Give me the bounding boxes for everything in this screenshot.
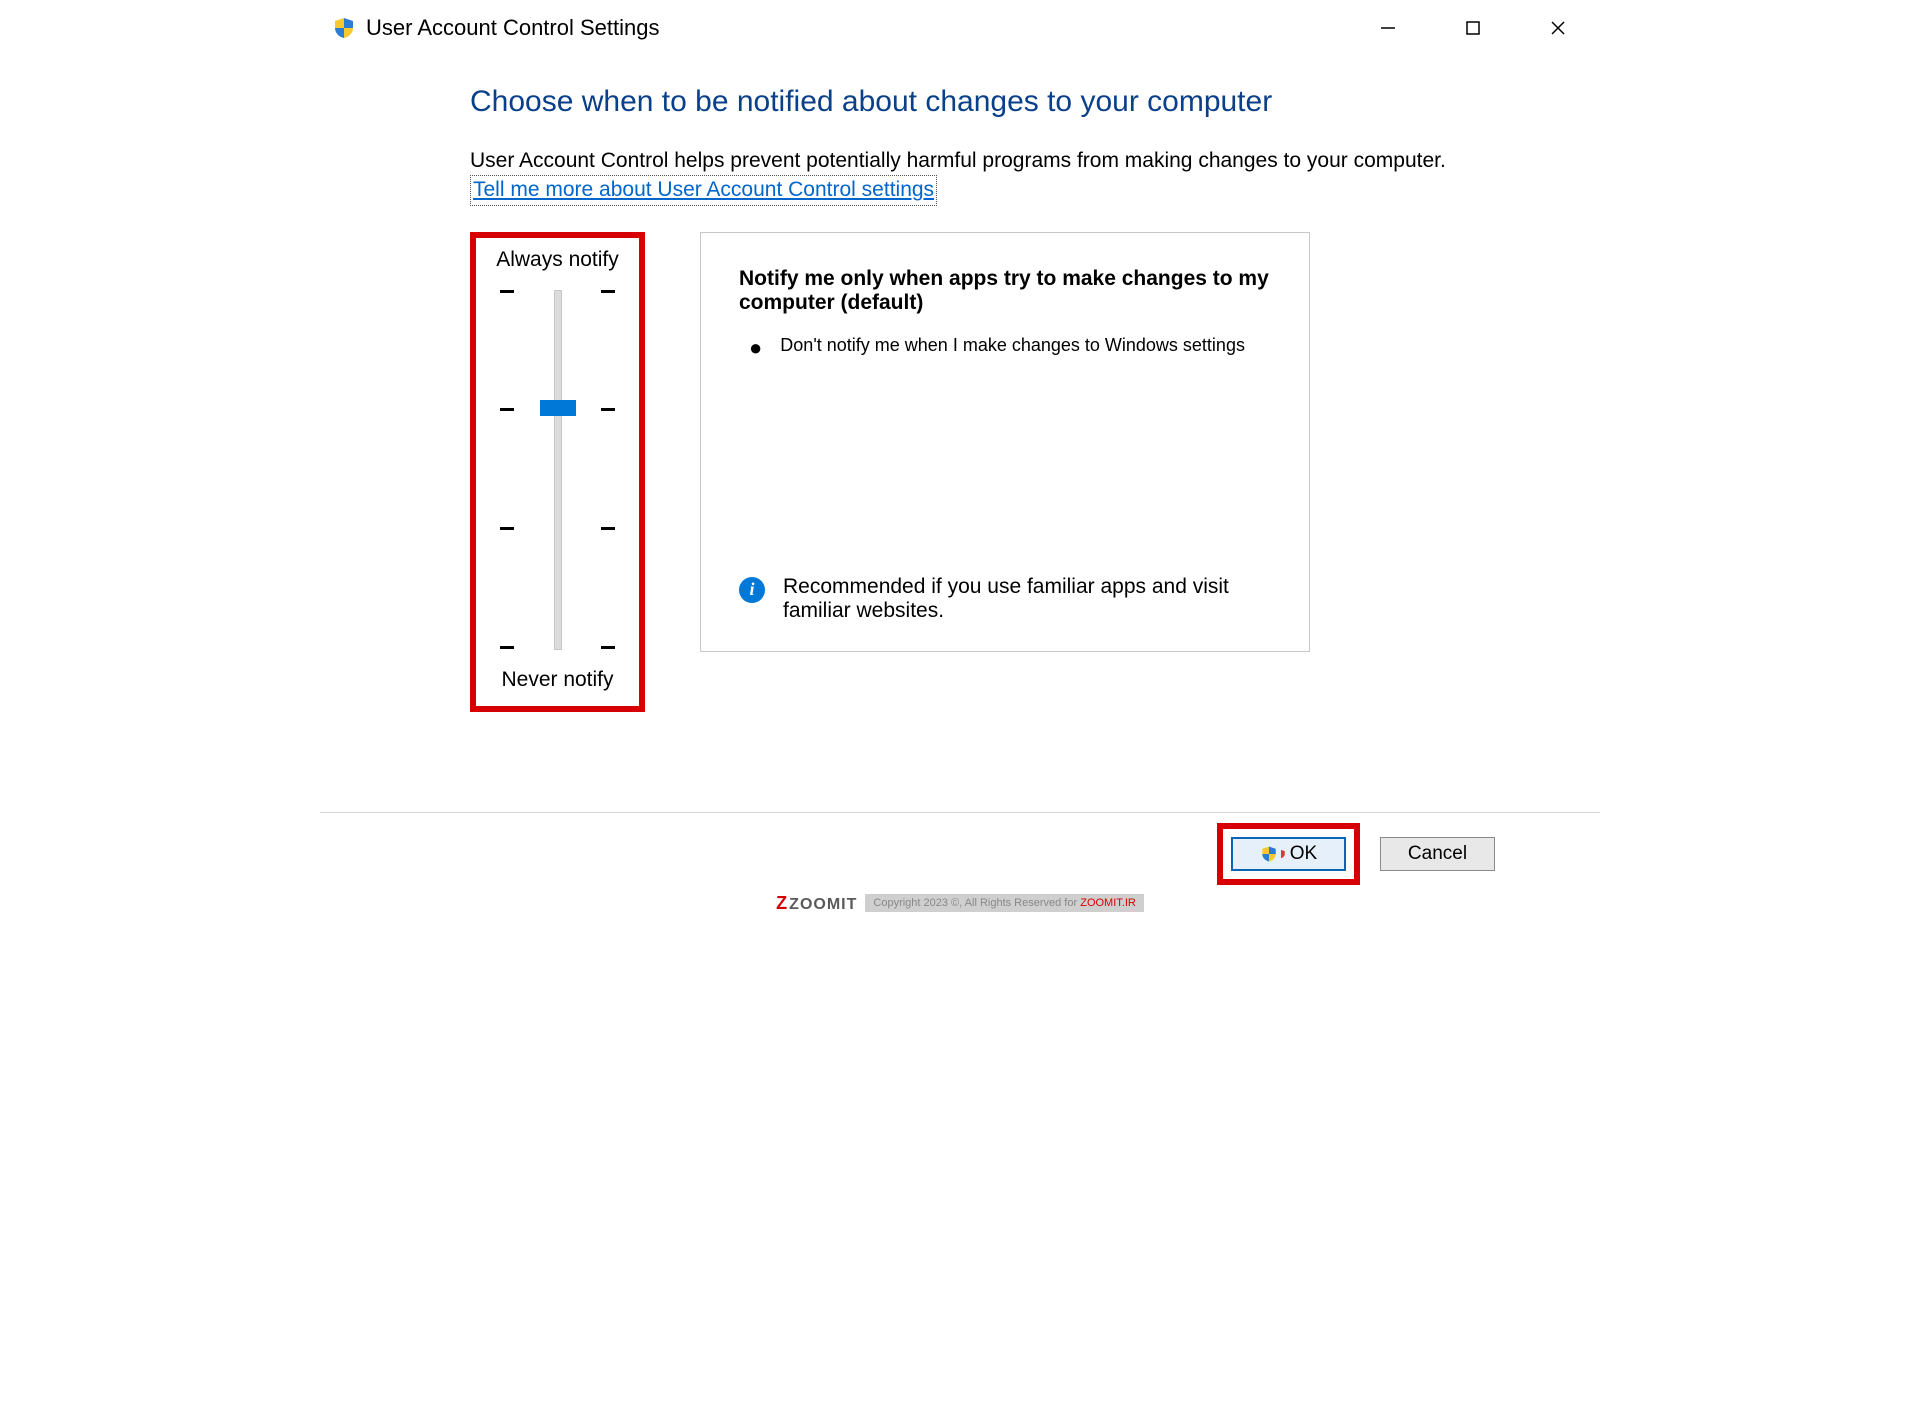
dialog-footer: OK Cancel — [320, 812, 1600, 895]
minimize-icon — [1379, 19, 1397, 37]
slider-bottom-label: Never notify — [501, 668, 613, 692]
notification-slider[interactable] — [488, 290, 627, 650]
close-button[interactable] — [1515, 8, 1600, 47]
level-detail-box: Notify me only when apps try to make cha… — [700, 232, 1310, 652]
minimize-button[interactable] — [1345, 8, 1430, 47]
slider-thumb[interactable] — [540, 400, 576, 416]
body-row: Always notify Never notify Notify me onl… — [470, 232, 1470, 712]
cancel-button[interactable]: Cancel — [1380, 837, 1495, 871]
slider-tick — [488, 646, 627, 649]
maximize-button[interactable] — [1430, 8, 1515, 47]
slider-top-label: Always notify — [496, 248, 619, 272]
bullet-text: Don't notify me when I make changes to W… — [780, 333, 1245, 359]
titlebar: User Account Control Settings — [320, 0, 1600, 55]
shield-overlay-icon — [1276, 845, 1286, 863]
bullet-row: ● Don't notify me when I make changes to… — [739, 333, 1271, 359]
recommendation-text: Recommended if you use familiar apps and… — [783, 575, 1271, 623]
recommendation-row: i Recommended if you use familiar apps a… — [739, 575, 1271, 623]
notification-slider-box: Always notify Never notify — [470, 232, 645, 712]
content-area: Choose when to be notified about changes… — [320, 55, 1600, 722]
uac-settings-window: User Account Control Settings Choose whe… — [320, 0, 1600, 914]
close-icon — [1549, 19, 1567, 37]
watermark-brand: ZZOOMIT — [776, 893, 857, 914]
detail-top: Notify me only when apps try to make cha… — [739, 267, 1271, 359]
window-title: User Account Control Settings — [366, 15, 1345, 41]
watermark-copyright: Copyright 2023 ©, All Rights Reserved fo… — [865, 894, 1143, 912]
maximize-icon — [1465, 20, 1481, 36]
bullet-icon: ● — [749, 337, 762, 359]
page-heading: Choose when to be notified about changes… — [470, 85, 1470, 119]
ok-label: OK — [1290, 843, 1317, 865]
slider-tick — [488, 290, 627, 293]
slider-track — [554, 290, 562, 650]
learn-more-link[interactable]: Tell me more about User Account Control … — [470, 175, 937, 205]
uac-shield-icon — [332, 16, 356, 40]
window-controls — [1345, 8, 1600, 47]
watermark: ZZOOMIT Copyright 2023 ©, All Rights Res… — [320, 893, 1600, 914]
ok-button[interactable]: OK — [1231, 837, 1346, 871]
ok-highlight: OK — [1217, 823, 1360, 885]
level-title: Notify me only when apps try to make cha… — [739, 267, 1271, 315]
page-description: User Account Control helps prevent poten… — [470, 147, 1470, 206]
slider-tick — [488, 527, 627, 530]
info-icon: i — [739, 577, 765, 603]
description-text: User Account Control helps prevent poten… — [470, 149, 1446, 172]
